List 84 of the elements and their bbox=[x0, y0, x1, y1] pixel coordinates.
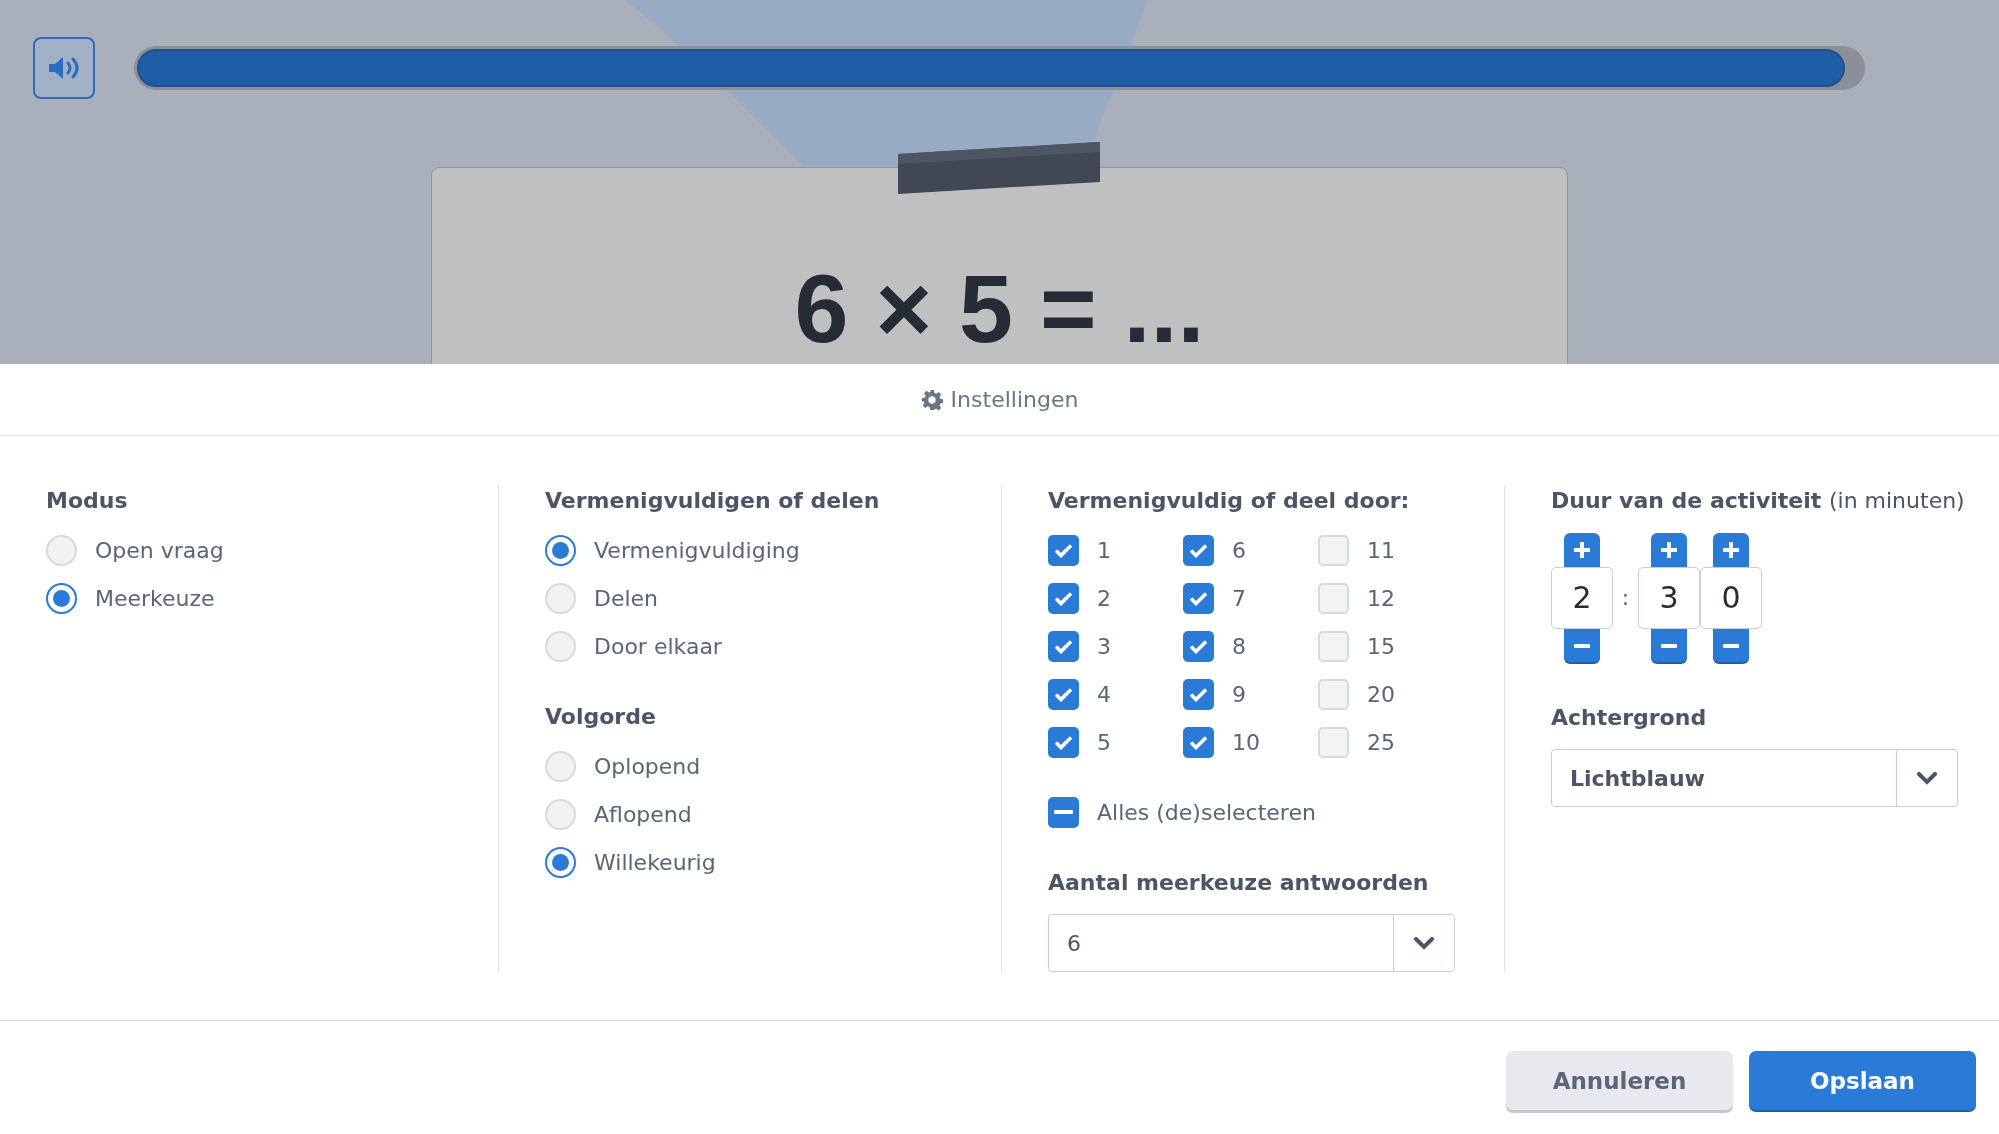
minus-icon bbox=[1054, 810, 1073, 814]
digit-field[interactable]: 2 bbox=[1551, 567, 1613, 629]
save-button[interactable]: Opslaan bbox=[1749, 1051, 1976, 1110]
checkbox-label: 8 bbox=[1232, 633, 1246, 659]
radio-button[interactable] bbox=[46, 582, 77, 614]
option-label: Oplopend bbox=[594, 753, 701, 779]
checkbox[interactable] bbox=[1048, 726, 1079, 758]
increment-button[interactable] bbox=[1564, 533, 1600, 567]
checkbox-label: 6 bbox=[1232, 537, 1246, 563]
checkbox-label: 7 bbox=[1232, 585, 1246, 611]
dropdown[interactable]: Lichtblauw bbox=[1551, 749, 1958, 807]
checkbox-label: 12 bbox=[1367, 585, 1395, 611]
decrement-button[interactable] bbox=[1713, 629, 1749, 662]
checkbox-label: 25 bbox=[1367, 729, 1395, 755]
section-heading: Vermenigvuldigen of delen bbox=[545, 487, 881, 515]
speaker-icon bbox=[47, 55, 81, 81]
option-label: Vermenigvuldiging bbox=[594, 537, 800, 563]
option-label: Delen bbox=[594, 585, 659, 611]
checkbox[interactable] bbox=[1048, 534, 1079, 566]
digit-field[interactable]: 0 bbox=[1700, 567, 1762, 629]
chevron-down-icon bbox=[1414, 936, 1434, 950]
checkbox[interactable] bbox=[1048, 630, 1079, 662]
option-label: Door elkaar bbox=[594, 633, 722, 659]
radio-button[interactable] bbox=[545, 534, 576, 566]
plus-icon bbox=[1723, 542, 1739, 558]
section-heading: Aantal meerkeuze antwoorden bbox=[1048, 869, 1430, 897]
checkbox-label: 4 bbox=[1097, 681, 1111, 707]
checkbox[interactable] bbox=[1183, 678, 1214, 710]
plus-icon bbox=[1574, 542, 1590, 558]
cancel-button[interactable]: Annuleren bbox=[1506, 1051, 1733, 1110]
checkbox-label: 1 bbox=[1097, 537, 1111, 563]
checkbox-label: 3 bbox=[1097, 633, 1111, 659]
plus-icon bbox=[1661, 542, 1677, 558]
checkmark-icon bbox=[1189, 686, 1208, 702]
checkbox-label: 9 bbox=[1232, 681, 1246, 707]
option-label: Aflopend bbox=[594, 801, 692, 827]
sound-button[interactable] bbox=[33, 37, 95, 99]
equation-text: 6 × 5 = ... bbox=[794, 260, 1205, 364]
decrement-button[interactable] bbox=[1564, 629, 1600, 662]
unit-hint: (in minuten) bbox=[1828, 488, 1965, 513]
checkmark-icon bbox=[1054, 686, 1073, 702]
radio-button[interactable] bbox=[545, 846, 576, 878]
section-heading: Vermenigvuldig of deel door: bbox=[1048, 487, 1411, 515]
checkbox-label: 15 bbox=[1367, 633, 1395, 659]
checkbox[interactable] bbox=[1048, 796, 1079, 828]
checkmark-icon bbox=[1054, 734, 1073, 750]
checkmark-icon bbox=[1054, 542, 1073, 558]
checkbox-label: 10 bbox=[1232, 729, 1260, 755]
checkbox[interactable] bbox=[1183, 726, 1214, 758]
checkmark-icon bbox=[1189, 542, 1208, 558]
dropdown[interactable]: 6 bbox=[1048, 914, 1455, 972]
option-label: Open vraag bbox=[95, 537, 224, 563]
time-separator: : bbox=[1620, 585, 1631, 610]
checkbox-label: 11 bbox=[1367, 537, 1395, 563]
chevron-down-icon bbox=[1917, 771, 1937, 785]
checkbox[interactable] bbox=[1048, 678, 1079, 710]
checkmark-icon bbox=[1054, 638, 1073, 654]
checkmark-icon bbox=[1054, 590, 1073, 606]
section-heading: Achtergrond bbox=[1551, 704, 1708, 732]
settings-icon bbox=[920, 388, 943, 411]
checkbox-label: 20 bbox=[1367, 681, 1395, 707]
checkbox[interactable] bbox=[1183, 630, 1214, 662]
option-label: Meerkeuze bbox=[95, 585, 215, 611]
checkbox[interactable] bbox=[1048, 582, 1079, 614]
checkbox[interactable] bbox=[1183, 582, 1214, 614]
checkbox-label: 2 bbox=[1097, 585, 1111, 611]
checkmark-icon bbox=[1189, 638, 1208, 654]
checkbox[interactable] bbox=[1183, 534, 1214, 566]
checkbox-label: 5 bbox=[1097, 729, 1111, 755]
checkmark-icon bbox=[1189, 734, 1208, 750]
settings-title: Instellingen bbox=[950, 387, 1079, 412]
digit-field[interactable]: 3 bbox=[1638, 567, 1700, 629]
increment-button[interactable] bbox=[1651, 533, 1687, 567]
increment-button[interactable] bbox=[1713, 533, 1749, 567]
minus-icon bbox=[1723, 643, 1739, 648]
section-heading: Duur van de activiteit bbox=[1551, 488, 1822, 513]
checkmark-icon bbox=[1189, 590, 1208, 606]
decrement-button[interactable] bbox=[1651, 629, 1687, 662]
section-heading: Volgorde bbox=[545, 703, 657, 731]
minus-icon bbox=[1574, 643, 1590, 648]
checkbox-label: Alles (de)selecteren bbox=[1097, 799, 1316, 825]
section-heading: Modus bbox=[46, 487, 129, 515]
minus-icon bbox=[1661, 643, 1677, 648]
option-label: Willekeurig bbox=[594, 849, 716, 875]
